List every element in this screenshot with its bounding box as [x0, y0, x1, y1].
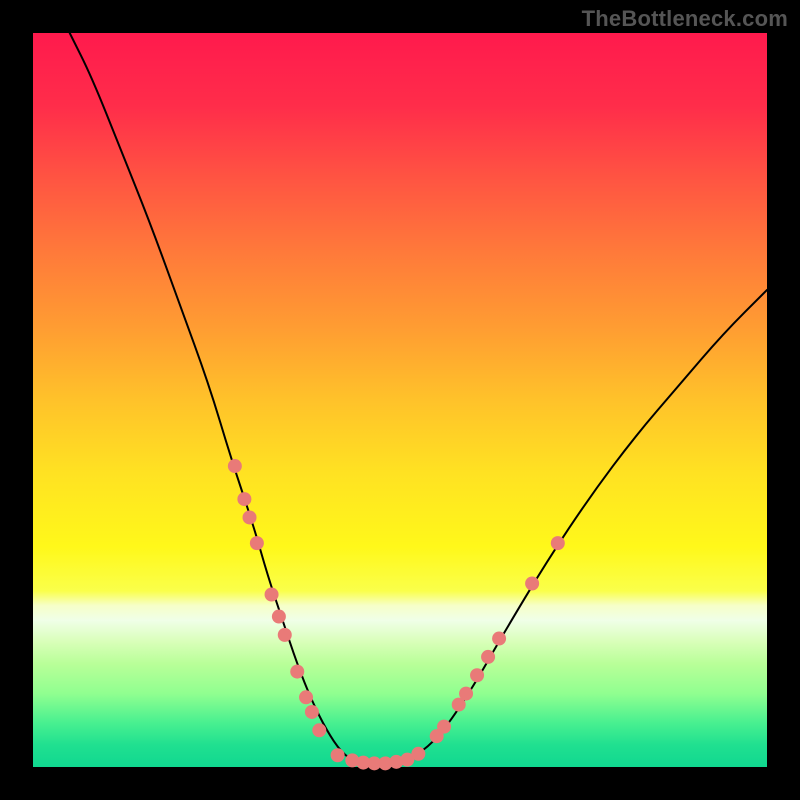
curve-marker — [411, 747, 425, 761]
curve-marker — [265, 588, 279, 602]
chart-container: TheBottleneck.com — [0, 0, 800, 800]
curve-marker — [272, 610, 286, 624]
bottleneck-curve — [70, 33, 767, 765]
curve-marker — [492, 632, 506, 646]
curve-marker — [312, 723, 326, 737]
curve-marker — [237, 492, 251, 506]
watermark-text: TheBottleneck.com — [582, 6, 788, 32]
curve-marker — [481, 650, 495, 664]
chart-svg — [33, 33, 767, 767]
curve-marker — [305, 705, 319, 719]
curve-marker — [290, 665, 304, 679]
curve-marker — [525, 577, 539, 591]
curve-marker — [459, 687, 473, 701]
curve-marker — [243, 510, 257, 524]
curve-marker — [278, 628, 292, 642]
curve-marker — [470, 668, 484, 682]
plot-area — [33, 33, 767, 767]
curve-marker — [551, 536, 565, 550]
curve-marker — [250, 536, 264, 550]
curve-marker — [437, 720, 451, 734]
curve-marker — [331, 748, 345, 762]
curve-marker — [228, 459, 242, 473]
curve-marker — [299, 690, 313, 704]
